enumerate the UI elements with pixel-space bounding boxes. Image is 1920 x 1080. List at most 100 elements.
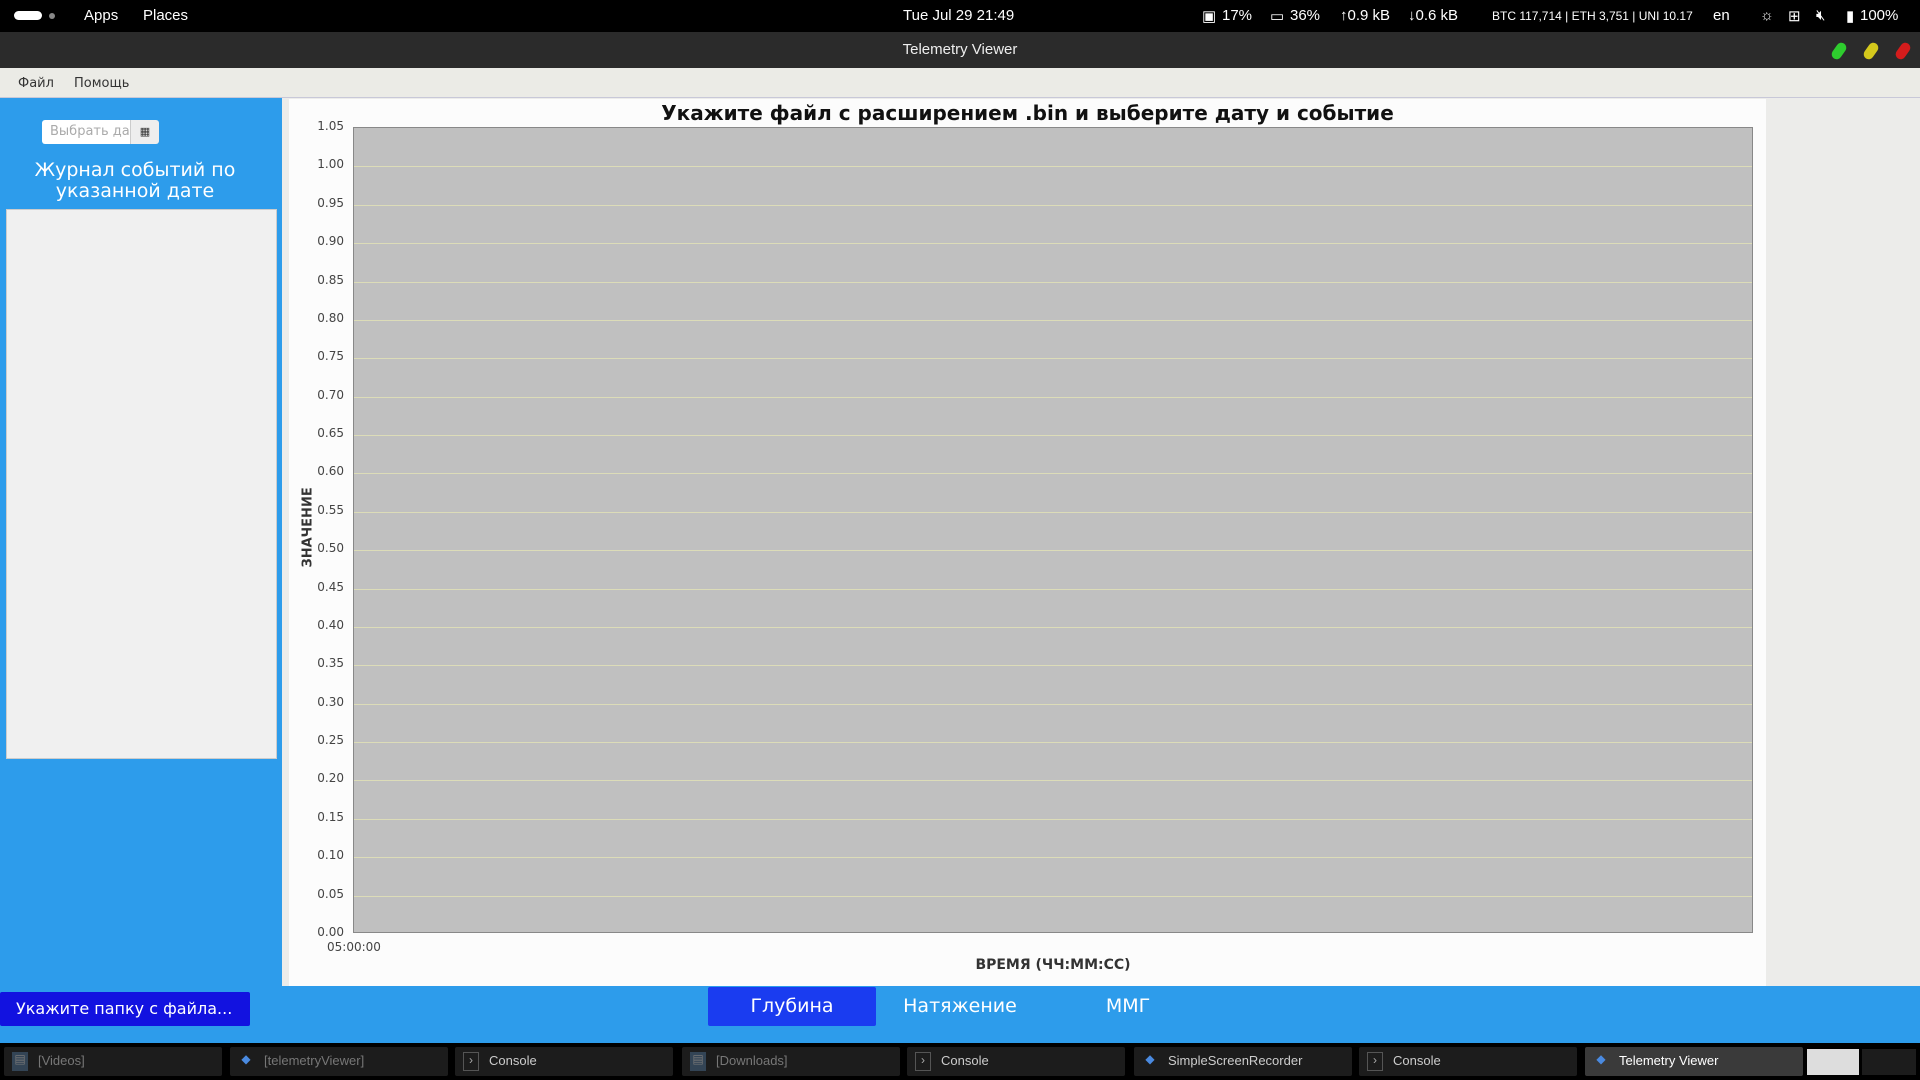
task-label: Telemetry Viewer <box>1619 1053 1719 1068</box>
java-icon: ◆ <box>1596 1052 1606 1066</box>
grid-line <box>354 780 1752 782</box>
upload-speed: ↑0.9 kB <box>1340 7 1391 24</box>
task-simplescreenrecorder[interactable]: ◆ SimpleScreenRecorder <box>1134 1047 1352 1076</box>
task-label: [telemetryViewer] <box>264 1053 365 1068</box>
grid-line <box>354 703 1752 705</box>
right-padding <box>1766 99 1920 986</box>
grid-line <box>354 818 1752 820</box>
y-tick-label: 0.30 <box>317 694 344 709</box>
folder-icon: ▤ <box>12 1052 28 1071</box>
workspace-indicator-icon[interactable] <box>14 11 42 20</box>
java-icon: ◆ <box>1145 1052 1155 1066</box>
y-axis-label: ЗНАЧЕНИЕ <box>300 487 316 568</box>
y-tick-label: 0.25 <box>317 733 344 748</box>
y-tick-label: 0.35 <box>317 656 344 671</box>
grid-line <box>354 204 1752 206</box>
terminal-icon: › <box>463 1052 479 1071</box>
system-top-bar: Apps Places Tue Jul 29 21:49 ▣ 17% ▭ 36%… <box>0 0 1920 32</box>
network-icon[interactable]: ⊞ <box>1788 7 1801 25</box>
plot-area[interactable] <box>353 127 1753 933</box>
grid-line <box>354 281 1752 283</box>
grid-line <box>354 166 1752 168</box>
terminal-icon: › <box>915 1052 931 1071</box>
task-label: [Videos] <box>38 1053 85 1068</box>
window-title-bar: Telemetry Viewer <box>0 32 1920 68</box>
y-tick-label: 0.90 <box>317 234 344 249</box>
y-tick-label: 0.60 <box>317 464 344 479</box>
places-menu[interactable]: Places <box>143 7 188 24</box>
task-telemetryviewer-folder[interactable]: ◆ [telemetryViewer] <box>230 1047 448 1076</box>
taskbar: ▤ [Videos] ◆ [telemetryViewer] › Console ▤ [… <box>0 1043 1920 1080</box>
grid-line <box>354 319 1752 321</box>
calendar-icon[interactable]: ▦ <box>130 120 159 144</box>
battery-level: 100% <box>1860 7 1899 24</box>
y-tick-label: 0.65 <box>317 426 344 441</box>
java-icon: ◆ <box>241 1052 251 1066</box>
task-label: [Downloads] <box>716 1053 788 1068</box>
grid-line <box>354 358 1752 360</box>
y-tick-label: 0.75 <box>317 349 344 364</box>
cpu-usage: 17% <box>1222 7 1253 24</box>
task-label: Console <box>941 1053 989 1068</box>
task-console[interactable]: › Console <box>455 1047 673 1076</box>
grid-line <box>354 857 1752 859</box>
y-tick-label: 1.00 <box>317 157 344 172</box>
task-telemetry-viewer[interactable]: ◆ Telemetry Viewer <box>1585 1047 1803 1076</box>
task-videos[interactable]: ▤ [Videos] <box>4 1047 222 1076</box>
event-log-title: Журнал событий по указанной дате <box>34 159 236 202</box>
window-title: Telemetry Viewer <box>902 41 1018 58</box>
select-folder-button[interactable]: Укажите папку с файла... <box>0 992 250 1026</box>
menu-help[interactable]: Помощь <box>74 76 129 91</box>
task-console[interactable]: › Console <box>1359 1047 1577 1076</box>
clock[interactable]: Tue Jul 29 21:49 <box>903 7 1014 24</box>
apps-menu[interactable]: Apps <box>84 7 118 24</box>
y-tick-label: 0.80 <box>317 310 344 325</box>
workspace-2[interactable] <box>1862 1049 1916 1075</box>
grid-line <box>354 742 1752 744</box>
task-label: Console <box>489 1053 537 1068</box>
memory-usage: 36% <box>1290 7 1321 24</box>
brightness-icon[interactable]: ☼ <box>1760 7 1774 24</box>
x-axis-label: ВРЕМЯ (ЧЧ:ММ:СС) <box>975 957 1131 973</box>
volume-muted-icon[interactable]: 🔇︎ <box>1816 7 1825 24</box>
download-speed: ↓0.6 kB <box>1408 7 1459 24</box>
task-label: Console <box>1393 1053 1441 1068</box>
y-tick-label: 0.95 <box>317 195 344 210</box>
y-tick-label: 0.70 <box>317 387 344 402</box>
grid-line <box>354 588 1752 590</box>
y-tick-label: 0.20 <box>317 771 344 786</box>
x-tick-label: 05:00:00 <box>327 940 381 954</box>
y-tick-label: 0.85 <box>317 272 344 287</box>
tab-mmg[interactable]: ММГ <box>1068 987 1188 1026</box>
y-tick-label: 0.00 <box>317 925 344 939</box>
grid-line <box>354 511 1752 513</box>
crypto-ticker: BTC 117,714 | ETH 3,751 | UNI 10.17 <box>1492 9 1693 23</box>
tab-tension[interactable]: Натяжение <box>880 987 1040 1026</box>
y-tick-label: 0.15 <box>317 809 344 824</box>
task-downloads[interactable]: ▤ [Downloads] <box>682 1047 900 1076</box>
event-log-list[interactable] <box>6 209 277 759</box>
grid-line <box>354 243 1752 245</box>
workspace-1[interactable] <box>1807 1049 1859 1075</box>
grid-line <box>354 396 1752 398</box>
y-tick-label: 0.40 <box>317 617 344 632</box>
y-tick-label: 0.05 <box>317 886 344 901</box>
battery-icon: ▮ <box>1846 8 1855 25</box>
tab-depth[interactable]: Глубина <box>708 987 876 1026</box>
keyboard-layout[interactable]: en <box>1713 7 1730 24</box>
grid-line <box>354 626 1752 628</box>
chart-title: Укажите файл с расширением .bin и выбери… <box>661 101 1394 125</box>
grid-line <box>354 895 1752 897</box>
date-picker-input[interactable]: Выбрать дату <box>42 120 130 144</box>
terminal-icon: › <box>1367 1052 1383 1071</box>
task-console[interactable]: › Console <box>907 1047 1125 1076</box>
workspace-dot-icon[interactable] <box>49 13 55 19</box>
y-tick-label: 1.05 <box>317 119 344 133</box>
memory-icon: ▭ <box>1270 8 1285 25</box>
cpu-icon: ▣ <box>1202 8 1217 25</box>
grid-line <box>354 665 1752 667</box>
menu-file[interactable]: Файл <box>18 76 54 91</box>
grid-line <box>354 435 1752 437</box>
folder-icon: ▤ <box>690 1052 706 1071</box>
grid-line <box>354 550 1752 552</box>
